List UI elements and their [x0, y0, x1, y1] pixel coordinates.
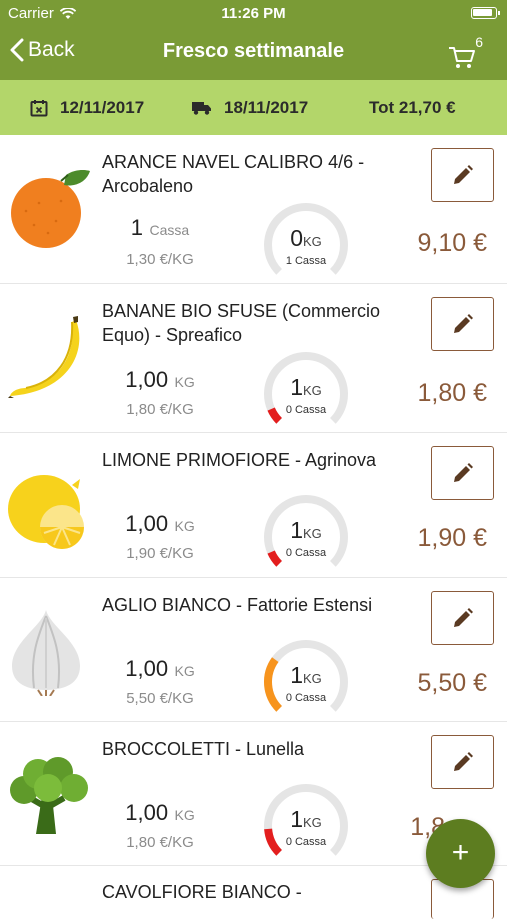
gauge-sub-label: 0 Cassa — [285, 836, 327, 848]
battery-icon — [471, 7, 500, 19]
weight-gauge: 0KG 1 Cassa — [258, 203, 354, 283]
pencil-icon — [454, 608, 473, 627]
quantity-unit: KG — [174, 807, 195, 823]
status-bar: Carrier 11:26 PM — [0, 0, 507, 28]
gauge-unit: KG — [303, 815, 322, 830]
gauge-unit: KG — [303, 671, 322, 686]
gauge-unit: KG — [303, 383, 322, 398]
quantity-unit: Cassa — [149, 222, 190, 238]
gauge-value: 1KG — [258, 517, 354, 544]
gauge-sub-label: 0 Cassa — [285, 547, 327, 559]
broccoli-icon — [10, 757, 88, 834]
gauge-sub-label: 0 Cassa — [285, 692, 327, 704]
unit-price: 1,30 €/KG — [126, 251, 194, 268]
product-price: 1,90 € — [417, 524, 487, 552]
page-title: Fresco settimanale — [162, 40, 345, 62]
order-total: Tot 21,70 € — [369, 98, 456, 118]
product-name: BROCCOLETTI - Lunella — [102, 739, 305, 759]
gauge-number: 1 — [290, 806, 303, 832]
quantity-value: 1,00 — [125, 511, 169, 536]
quantity-value: 1,00 — [125, 656, 169, 681]
gauge-value: 1KG — [258, 662, 354, 689]
quantity-value: 1 — [130, 215, 144, 240]
pencil-icon — [454, 314, 473, 333]
product-name: ARANCE NAVEL CALIBRO 4/6 - Arcobaleno — [102, 152, 365, 196]
product-row[interactable]: LIMONE PRIMOFIORE - Agrinova 1,00 KG 1,9… — [0, 433, 507, 578]
delivery-date-value: 18/11/2017 — [224, 98, 309, 117]
quantity-unit: KG — [174, 518, 195, 534]
quantity: 1,00 KG — [90, 367, 230, 393]
nav-bar: Back Fresco settimanale 6 — [0, 28, 507, 80]
weight-gauge: 1KG 0 Cassa — [258, 352, 354, 432]
product-name: CAVOLFIORE BIANCO - — [102, 882, 302, 902]
weight-gauge: 1KG 0 Cassa — [258, 495, 354, 575]
weight-gauge: 1KG 0 Cassa — [258, 784, 354, 864]
edit-button[interactable] — [431, 735, 494, 789]
edit-button[interactable] — [431, 148, 494, 202]
pencil-icon — [454, 165, 473, 184]
cart-icon — [449, 47, 475, 68]
calendar-icon — [30, 100, 48, 117]
product-price: 9,10 € — [417, 229, 487, 257]
gauge-sub-label: 1 Cassa — [285, 255, 327, 267]
weight-gauge: 1KG 0 Cassa — [258, 640, 354, 720]
product-price: 5,50 € — [417, 669, 487, 697]
unit-price: 1,80 €/KG — [126, 834, 194, 851]
order-date-value: 12/11/2017 — [60, 98, 145, 117]
add-product-button[interactable]: + — [426, 819, 495, 888]
gauge-value: 1KG — [258, 806, 354, 833]
quantity-value: 1,00 — [125, 800, 169, 825]
gauge-unit: KG — [303, 234, 322, 249]
gauge-value: 0KG — [258, 225, 354, 252]
unit-price: 1,90 €/KG — [126, 545, 194, 562]
cart-button[interactable]: 6 — [447, 34, 483, 70]
gauge-number: 1 — [290, 374, 303, 400]
unit-price: 1,80 €/KG — [126, 401, 194, 418]
product-row[interactable]: ARANCE NAVEL CALIBRO 4/6 - Arcobaleno 1 … — [0, 135, 507, 284]
order-total-value: Tot 21,70 € — [369, 98, 456, 117]
pencil-icon — [454, 463, 473, 482]
product-row[interactable]: AGLIO BIANCO - Fattorie Estensi 1,00 KG … — [0, 578, 507, 722]
orange-icon — [11, 170, 90, 248]
gauge-number: 0 — [290, 225, 303, 251]
delivery-date: 18/11/2017 — [192, 98, 308, 118]
garlic-icon — [12, 610, 80, 696]
edit-button[interactable] — [431, 297, 494, 351]
edit-button[interactable] — [431, 591, 494, 645]
cart-count-badge: 6 — [475, 34, 483, 50]
pencil-icon — [454, 752, 473, 771]
quantity-unit: KG — [174, 374, 195, 390]
status-time: 11:26 PM — [221, 5, 286, 22]
quantity-unit: KG — [174, 663, 195, 679]
product-name: LIMONE PRIMOFIORE - Agrinova — [102, 450, 377, 470]
lemon-icon — [8, 475, 84, 549]
banana-icon — [8, 316, 80, 398]
quantity: 1,00 KG — [90, 800, 230, 826]
truck-icon — [192, 102, 211, 115]
gauge-unit: KG — [303, 526, 322, 541]
product-name: BANANE BIO SFUSE (Commercio Equo) - Spre… — [102, 301, 381, 345]
quantity: 1,00 KG — [90, 656, 230, 682]
gauge-number: 1 — [290, 517, 303, 543]
order-info-bar: 12/11/2017 18/11/2017 Tot 21,70 € — [0, 80, 507, 135]
quantity: 1 Cassa — [90, 215, 230, 241]
edit-button[interactable] — [431, 446, 494, 500]
product-row[interactable]: BANANE BIO SFUSE (Commercio Equo) - Spre… — [0, 284, 507, 433]
order-date: 12/11/2017 — [30, 98, 144, 118]
quantity-value: 1,00 — [125, 367, 169, 392]
product-name: AGLIO BIANCO - Fattorie Estensi — [102, 595, 373, 615]
gauge-value: 1KG — [258, 374, 354, 401]
unit-price: 5,50 €/KG — [126, 690, 194, 707]
quantity: 1,00 KG — [90, 511, 230, 537]
product-price: 1,80 € — [417, 379, 487, 407]
gauge-number: 1 — [290, 662, 303, 688]
gauge-sub-label: 0 Cassa — [285, 404, 327, 416]
